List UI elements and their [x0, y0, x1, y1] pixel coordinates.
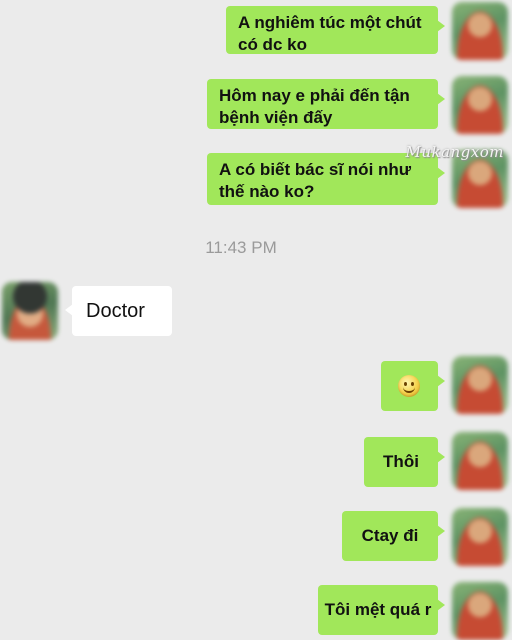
message-bubble-sent[interactable]: Thôi	[364, 437, 445, 487]
message-text: Doctor	[86, 300, 145, 322]
message-bubble-sent[interactable]: Hôm nay e phải đến tận bệnh viện đấy	[207, 79, 445, 129]
message-text: A có biết bác sĩ nói như thế nào ko?	[219, 160, 412, 201]
message-timestamp: 11:43 PM	[205, 238, 277, 257]
smiley-emoji-icon	[398, 375, 420, 397]
my-avatar[interactable]	[452, 356, 508, 414]
message-bubble-sent[interactable]: A nghiêm túc một chút có dc ko	[226, 6, 445, 54]
message-bubble-sent[interactable]: A có biết bác sĩ nói như thế nào ko?	[207, 153, 445, 205]
message-text: A nghiêm túc một chút có dc ko	[238, 13, 422, 54]
message-bubble-received[interactable]: Doctor	[65, 286, 172, 336]
my-avatar[interactable]	[452, 2, 508, 60]
my-avatar[interactable]	[452, 432, 508, 490]
message-text: Tôi mệt quá r	[324, 600, 432, 619]
message-bubble-sent[interactable]	[381, 361, 445, 411]
my-avatar[interactable]	[452, 582, 508, 640]
message-text: Ctay đi	[361, 526, 419, 545]
message-text: Hôm nay e phải đến tận bệnh viện đấy	[219, 86, 410, 127]
watermark: Mukangxom	[405, 143, 504, 161]
message-text: Thôi	[383, 452, 419, 471]
message-bubble-sent[interactable]: Ctay đi	[342, 511, 445, 561]
contact-avatar[interactable]	[2, 282, 58, 340]
my-avatar[interactable]	[452, 76, 508, 134]
message-bubble-sent[interactable]: Tôi mệt quá r	[318, 585, 445, 635]
my-avatar[interactable]	[452, 508, 508, 566]
